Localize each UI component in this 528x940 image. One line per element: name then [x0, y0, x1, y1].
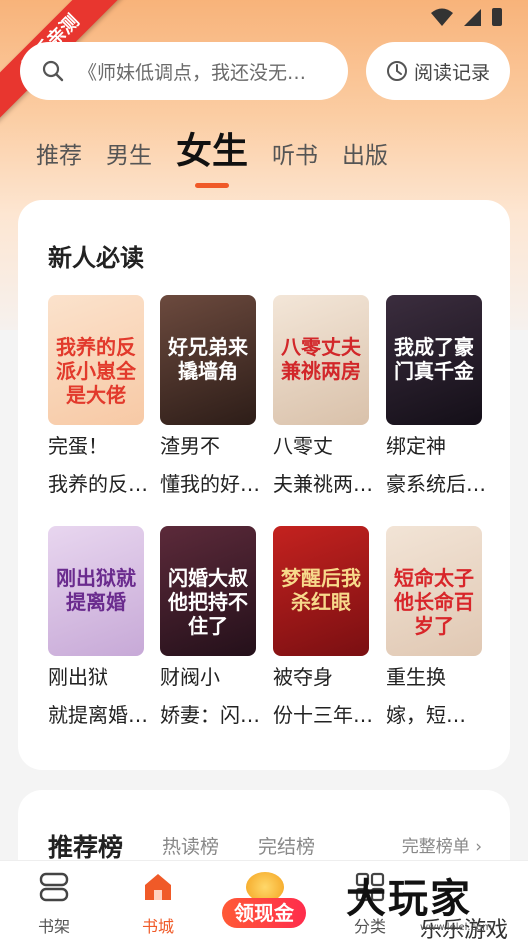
ranking-tab-hot[interactable]: 热读榜 [162, 832, 219, 859]
chevron-right-icon: › [475, 837, 482, 857]
book-cover[interactable]: 八零丈夫兼祧两房 [273, 295, 369, 425]
wifi-icon [431, 8, 453, 26]
category-tabs: 推荐 男生 女生 听书 出版 [36, 118, 412, 178]
book-cover-text: 我成了豪门真千金 [394, 335, 474, 383]
book-cover-text: 闪婚大叔他把持不住了 [168, 566, 248, 638]
signal-icon [464, 9, 481, 26]
book-cover-text: 刚出狱就提离婚 [56, 566, 136, 614]
battery-icon [492, 8, 502, 26]
nav-cash-button[interactable]: 领现金 [222, 870, 306, 930]
tab-published[interactable]: 出版 [342, 136, 388, 178]
book-cover[interactable]: 我成了豪门真千金 [386, 295, 482, 425]
tab-recommend[interactable]: 推荐 [36, 136, 82, 178]
book-item[interactable]: 梦醒后我杀红眼被夺身 份十三年… [273, 526, 373, 734]
search-icon [42, 60, 64, 82]
book-title: 被夺身 份十三年… [273, 665, 373, 727]
book-item[interactable]: 闪婚大叔他把持不住了财阀小 娇妻：闪… [160, 526, 260, 734]
book-item[interactable]: 刚出狱就提离婚刚出狱 就提离婚… [48, 526, 148, 734]
nav-bookshelf[interactable]: 书架 [14, 871, 94, 937]
nav-cash-label: 领现金 [222, 898, 306, 928]
book-cover[interactable]: 短命太子他长命百岁了 [386, 526, 482, 656]
ranking-title: 推荐榜 [48, 833, 124, 862]
home-icon [145, 874, 171, 900]
book-title: 八零丈 夫兼祧两… [273, 434, 373, 496]
book-cover[interactable]: 好兄弟来撬墙角 [160, 295, 256, 425]
reading-history-button[interactable]: 阅读记录 [366, 42, 510, 100]
search-bar[interactable]: 《师妹低调点，我还没无… [20, 42, 348, 100]
book-cover[interactable]: 我养的反派小崽全是大佬 [48, 295, 144, 425]
nav-bookstore[interactable]: 书城 [118, 871, 198, 937]
ranking-tab-finished[interactable]: 完结榜 [258, 832, 315, 859]
clock-icon [386, 61, 407, 81]
must-read-section: 新人必读 我养的反派小崽全是大佬 完蛋！ 我养的反… 好兄弟来撬墙角 渣男不 懂我的好… 八… [18, 200, 510, 770]
section-title: 新人必读 [48, 244, 144, 272]
book-item[interactable]: 我成了豪门真千金绑定神 豪系统后… [386, 295, 486, 503]
book-cover-text: 好兄弟来撬墙角 [168, 335, 248, 383]
book-cover[interactable]: 闪婚大叔他把持不住了 [160, 526, 256, 656]
tab-female[interactable]: 女生 [176, 122, 248, 178]
book-title: 渣男不 懂我的好… [160, 434, 260, 496]
book-cover-text: 短命太子他长命百岁了 [394, 566, 474, 638]
book-item[interactable]: 短命太子他长命百岁了重生换 嫁，短… [386, 526, 482, 734]
ranking-more-link[interactable]: 完整榜单 › [402, 832, 482, 857]
watermark-url: www.lelel.com [420, 922, 492, 933]
book-item[interactable]: 好兄弟来撬墙角渣男不 懂我的好… [160, 295, 260, 503]
book-cover[interactable]: 刚出狱就提离婚 [48, 526, 144, 656]
tab-audiobook[interactable]: 听书 [272, 136, 318, 178]
book-cover[interactable]: 梦醒后我杀红眼 [273, 526, 369, 656]
book-cover-text: 梦醒后我杀红眼 [281, 566, 361, 614]
book-cover-text: 八零丈夫兼祧两房 [281, 335, 361, 383]
book-item[interactable]: 我养的反派小崽全是大佬完蛋！ 我养的反… [48, 295, 148, 503]
nav-bookstore-label: 书城 [141, 917, 174, 936]
tab-male[interactable]: 男生 [106, 136, 152, 178]
nav-bookshelf-label: 书架 [37, 917, 70, 936]
status-bar [430, 6, 504, 28]
book-title: 刚出狱 就提离婚… [48, 665, 148, 727]
book-title: 完蛋！ 我养的反… [48, 434, 148, 496]
search-placeholder: 《师妹低调点，我还没无… [78, 61, 307, 84]
book-title: 财阀小 娇妻：闪… [160, 665, 260, 727]
ranking-more-label: 完整榜单 [401, 837, 470, 857]
reading-history-label: 阅读记录 [413, 61, 490, 84]
bookshelf-icon [39, 872, 69, 902]
book-cover-text: 我养的反派小崽全是大佬 [56, 335, 136, 407]
book-item[interactable]: 八零丈夫兼祧两房八零丈 夫兼祧两… [273, 295, 373, 503]
book-title: 绑定神 豪系统后… [386, 434, 486, 496]
book-title: 重生换 嫁，短… [386, 665, 466, 727]
